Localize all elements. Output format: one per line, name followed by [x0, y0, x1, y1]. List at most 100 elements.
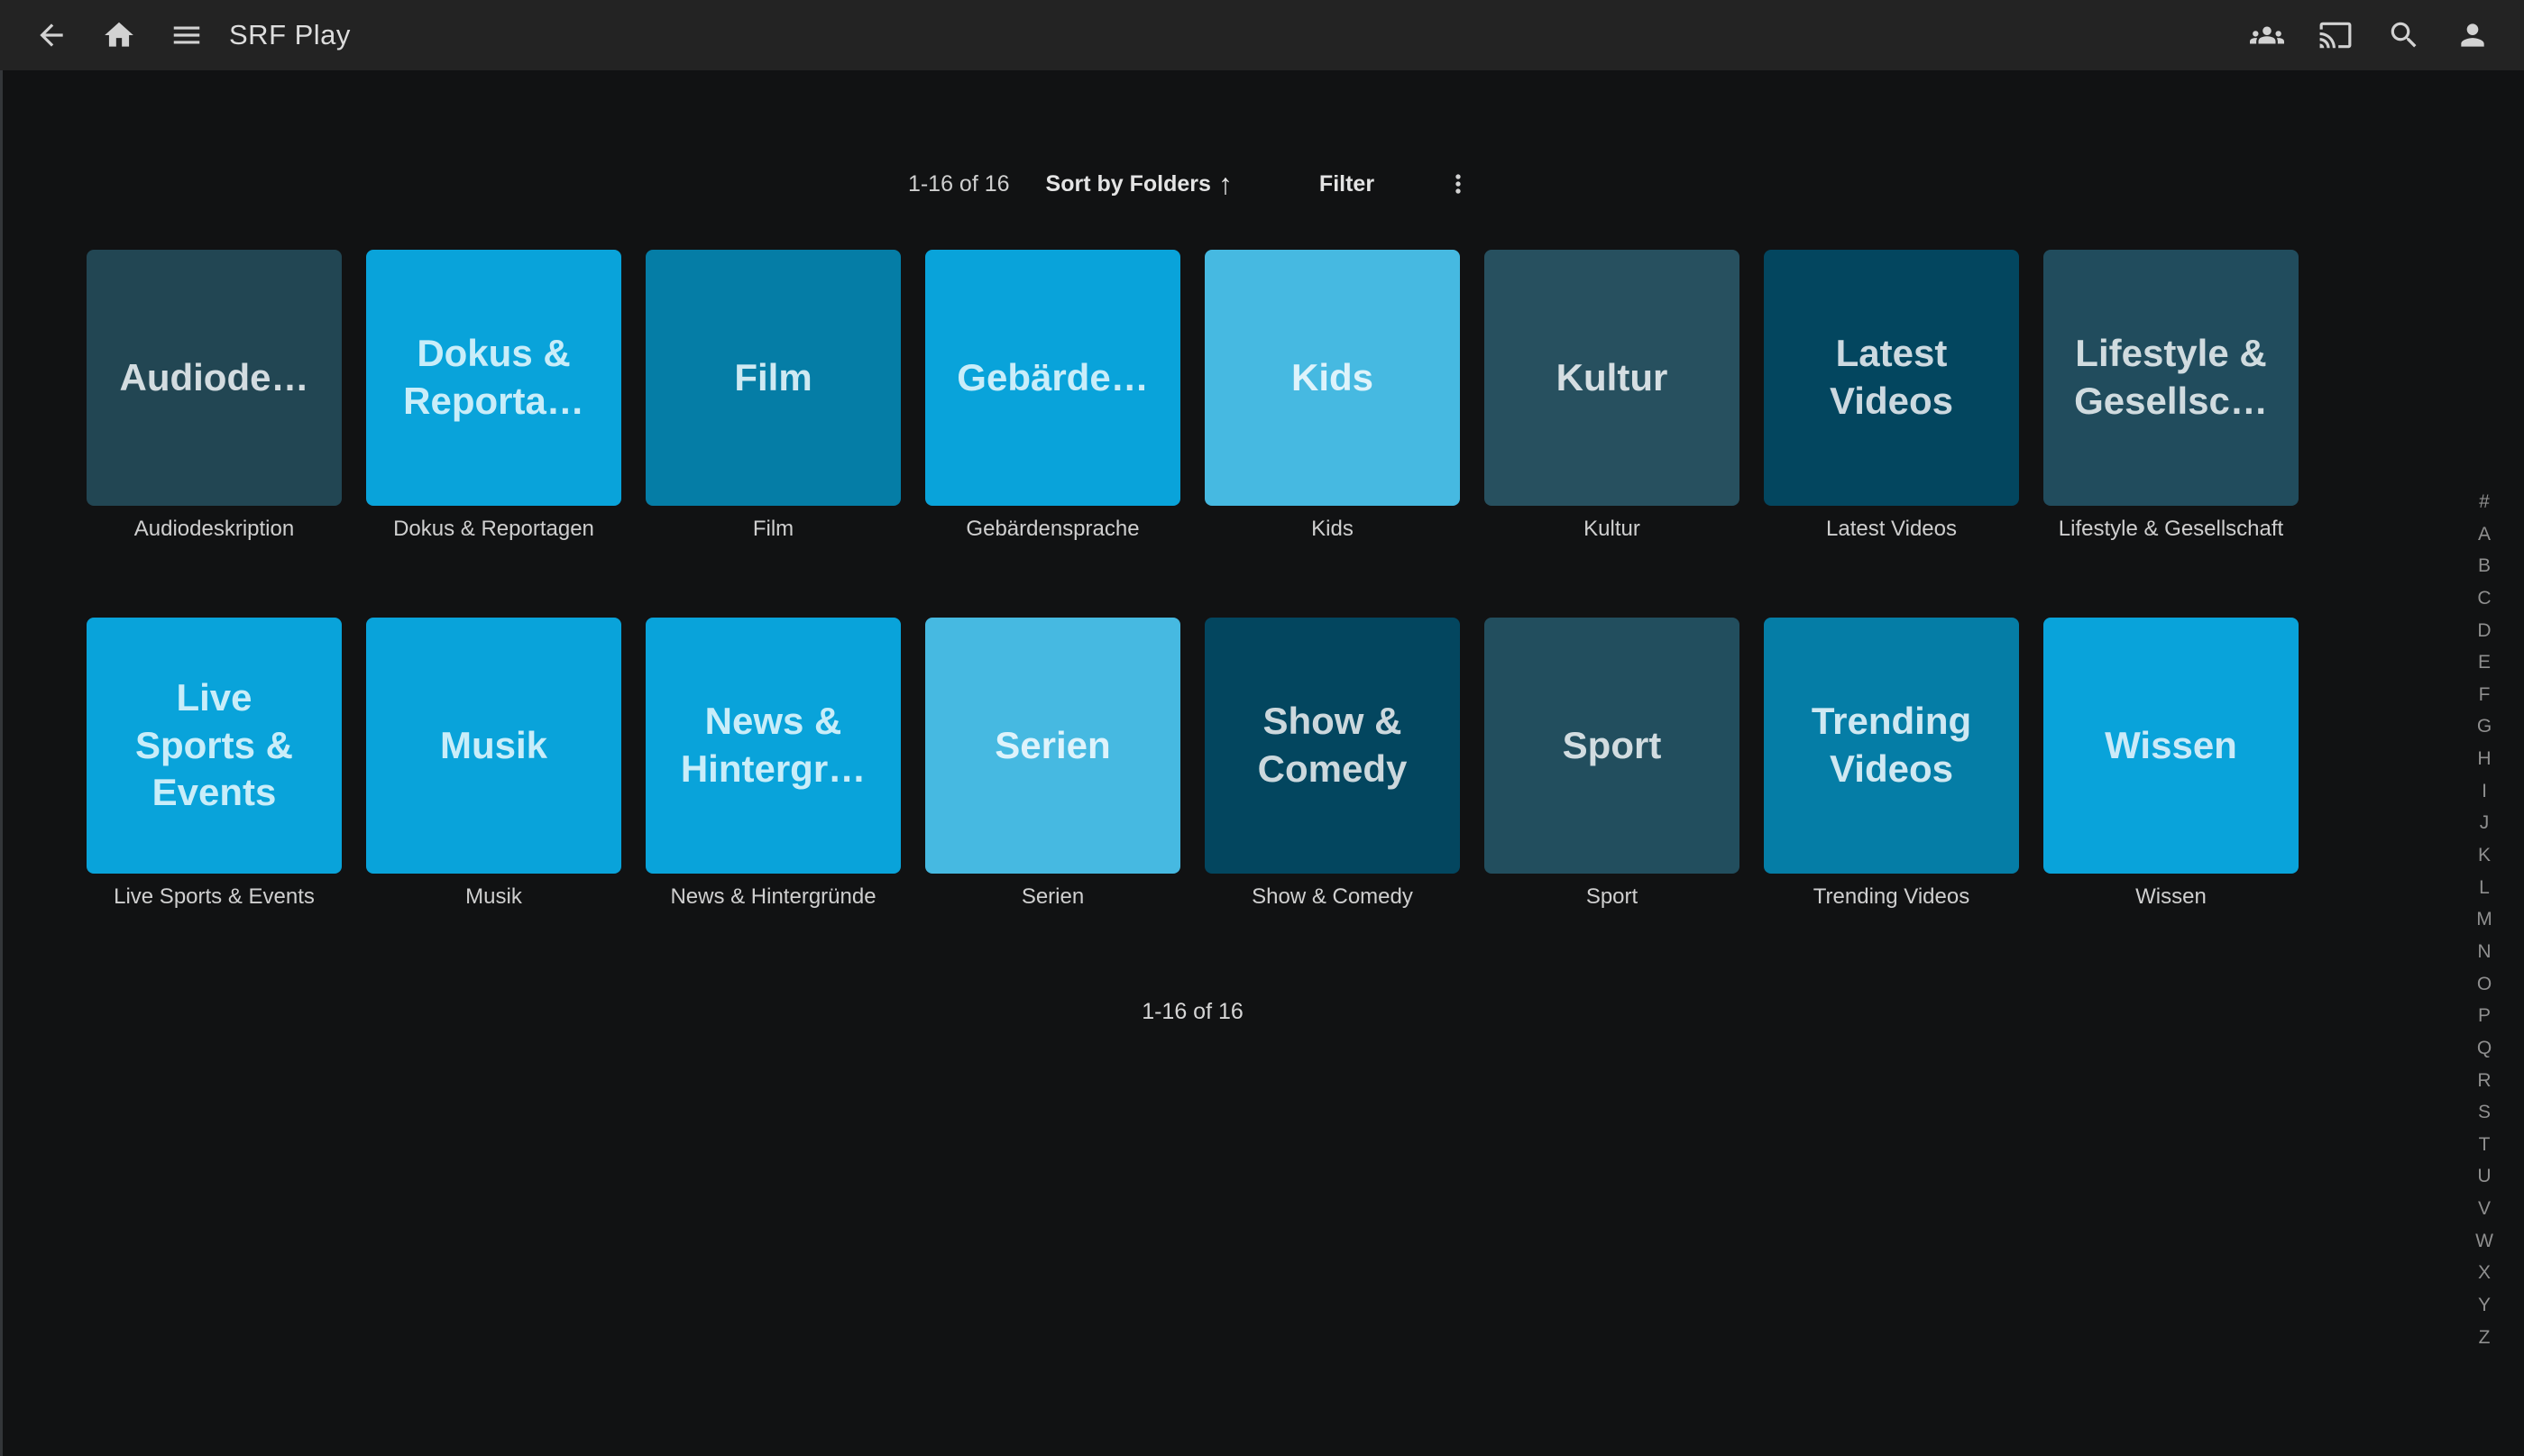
more-options-button[interactable] [1439, 165, 1477, 203]
folder-tile[interactable]: LiveSports &Events [87, 618, 342, 874]
alphabet-letter[interactable]: Q [2477, 1039, 2492, 1058]
alphabet-letter[interactable]: R [2477, 1071, 2491, 1090]
folder-tile-label: Film [734, 354, 812, 402]
folder-tile-label: TrendingVideos [1812, 698, 1971, 793]
folder-tile[interactable]: Audiode… [87, 250, 342, 506]
folder-cell: News &Hintergr… News & Hintergründe [646, 618, 901, 910]
folder-tile[interactable]: Musik [366, 618, 621, 874]
alphabet-letter[interactable]: C [2477, 589, 2491, 608]
item-count-top: 1-16 of 16 [908, 171, 1010, 197]
folder-tile-label: Gebärde… [957, 354, 1148, 402]
syncplay-button[interactable] [2248, 16, 2286, 54]
folder-cell: Film Film [646, 250, 901, 542]
folder-caption[interactable]: Film [646, 517, 901, 542]
folder-caption[interactable]: Kultur [1484, 517, 1739, 542]
folder-tile[interactable]: Lifestyle &Gesellsc… [2043, 250, 2299, 506]
alphabet-letter[interactable]: K [2478, 846, 2491, 865]
folder-tile[interactable]: Wissen [2043, 618, 2299, 874]
home-button[interactable] [100, 16, 138, 54]
hamburger-menu-icon [170, 18, 204, 52]
alphabet-letter[interactable]: G [2477, 717, 2492, 736]
folder-tile[interactable]: LatestVideos [1764, 250, 2019, 506]
alphabet-letter[interactable]: N [2477, 942, 2491, 961]
folder-caption[interactable]: Show & Comedy [1205, 884, 1460, 910]
folder-tile-label: News &Hintergr… [681, 698, 866, 793]
folder-cell: Show &Comedy Show & Comedy [1205, 618, 1460, 910]
folder-caption[interactable]: Sport [1484, 884, 1739, 910]
user-profile-icon [2455, 18, 2490, 52]
alphabet-letter[interactable]: B [2478, 556, 2491, 575]
folder-tile[interactable]: Sport [1484, 618, 1739, 874]
alphabet-letter[interactable]: X [2478, 1263, 2491, 1282]
alphabet-letter[interactable]: S [2478, 1103, 2491, 1122]
sort-button-label: Sort by Folders [1046, 171, 1211, 197]
alphabet-letter[interactable]: O [2477, 975, 2492, 994]
folder-caption[interactable]: Wissen [2043, 884, 2299, 910]
folder-tile[interactable]: Gebärde… [925, 250, 1180, 506]
folder-tile[interactable]: Film [646, 250, 901, 506]
alphabet-letter[interactable]: F [2479, 685, 2491, 704]
alphabet-letter[interactable]: Z [2479, 1328, 2491, 1347]
folder-tile-label: LatestVideos [1830, 330, 1953, 426]
folder-caption[interactable]: Dokus & Reportagen [366, 517, 621, 542]
folder-caption[interactable]: Lifestyle & Gesellschaft [2043, 517, 2299, 542]
folder-caption[interactable]: Audiodeskription [87, 517, 342, 542]
syncplay-groups-icon [2250, 18, 2284, 52]
folder-tile-label: LiveSports &Events [135, 674, 293, 818]
back-button[interactable] [32, 16, 70, 54]
folder-tile[interactable]: TrendingVideos [1764, 618, 2019, 874]
alphabet-letter[interactable]: W [2475, 1232, 2493, 1250]
folder-caption[interactable]: Gebärdensprache [925, 517, 1180, 542]
folder-tile-label: Musik [440, 722, 547, 770]
folder-caption[interactable]: Musik [366, 884, 621, 910]
item-count-bottom: 1-16 of 16 [87, 999, 2299, 1025]
folder-tile-label: Serien [995, 722, 1110, 770]
folder-cell: Kids Kids [1205, 250, 1460, 542]
folder-tile[interactable]: Dokus &Reporta… [366, 250, 621, 506]
folder-caption[interactable]: Kids [1205, 517, 1460, 542]
folder-tile-label: Dokus &Reporta… [403, 330, 584, 426]
folder-caption[interactable]: Trending Videos [1764, 884, 2019, 910]
folder-cell: Gebärde… Gebärdensprache [925, 250, 1180, 542]
folder-tile[interactable]: Serien [925, 618, 1180, 874]
left-edge-divider [0, 0, 3, 1456]
folder-tile[interactable]: Kids [1205, 250, 1460, 506]
folder-cell: Audiode… Audiodeskription [87, 250, 342, 542]
alphabet-letter[interactable]: L [2479, 878, 2490, 897]
alphabet-letter[interactable]: # [2479, 492, 2490, 511]
filter-button[interactable]: Filter [1319, 171, 1374, 197]
alphabet-letter[interactable]: Y [2478, 1296, 2491, 1314]
cast-icon [2318, 18, 2353, 52]
sort-button[interactable]: Sort by Folders ↑ [1046, 169, 1233, 198]
cast-button[interactable] [2317, 16, 2354, 54]
folder-tile[interactable]: Show &Comedy [1205, 618, 1460, 874]
user-profile-button[interactable] [2454, 16, 2492, 54]
folder-cell: TrendingVideos Trending Videos [1764, 618, 2019, 910]
folder-tile[interactable]: News &Hintergr… [646, 618, 901, 874]
search-button[interactable] [2385, 16, 2423, 54]
alphabet-letter[interactable]: J [2480, 813, 2490, 832]
top-app-bar: SRF Play [0, 0, 2524, 70]
search-icon [2387, 18, 2421, 52]
alphabet-letter[interactable]: U [2477, 1167, 2491, 1186]
alphabet-letter[interactable]: E [2478, 653, 2491, 672]
folder-caption[interactable]: Serien [925, 884, 1180, 910]
folder-grid: Audiode… Audiodeskription Dokus &Reporta… [87, 250, 2299, 910]
folder-tile-label: Kultur [1556, 354, 1668, 402]
alphabet-letter[interactable]: M [2476, 910, 2492, 929]
filter-button-label: Filter [1319, 171, 1374, 197]
folder-caption[interactable]: News & Hintergründe [646, 884, 901, 910]
folder-caption[interactable]: Live Sports & Events [87, 884, 342, 910]
menu-button[interactable] [168, 16, 206, 54]
folder-tile[interactable]: Kultur [1484, 250, 1739, 506]
alphabet-letter[interactable]: H [2477, 749, 2491, 768]
kebab-menu-icon [1444, 169, 1473, 198]
alphabet-letter[interactable]: T [2479, 1135, 2491, 1154]
alphabet-letter[interactable]: P [2478, 1006, 2491, 1025]
alphabet-letter[interactable]: A [2478, 525, 2491, 544]
library-page: SRF Play [0, 0, 2524, 1456]
folder-caption[interactable]: Latest Videos [1764, 517, 2019, 542]
alphabet-letter[interactable]: V [2478, 1199, 2491, 1218]
alphabet-letter[interactable]: I [2482, 782, 2487, 801]
alphabet-letter[interactable]: D [2477, 621, 2491, 640]
